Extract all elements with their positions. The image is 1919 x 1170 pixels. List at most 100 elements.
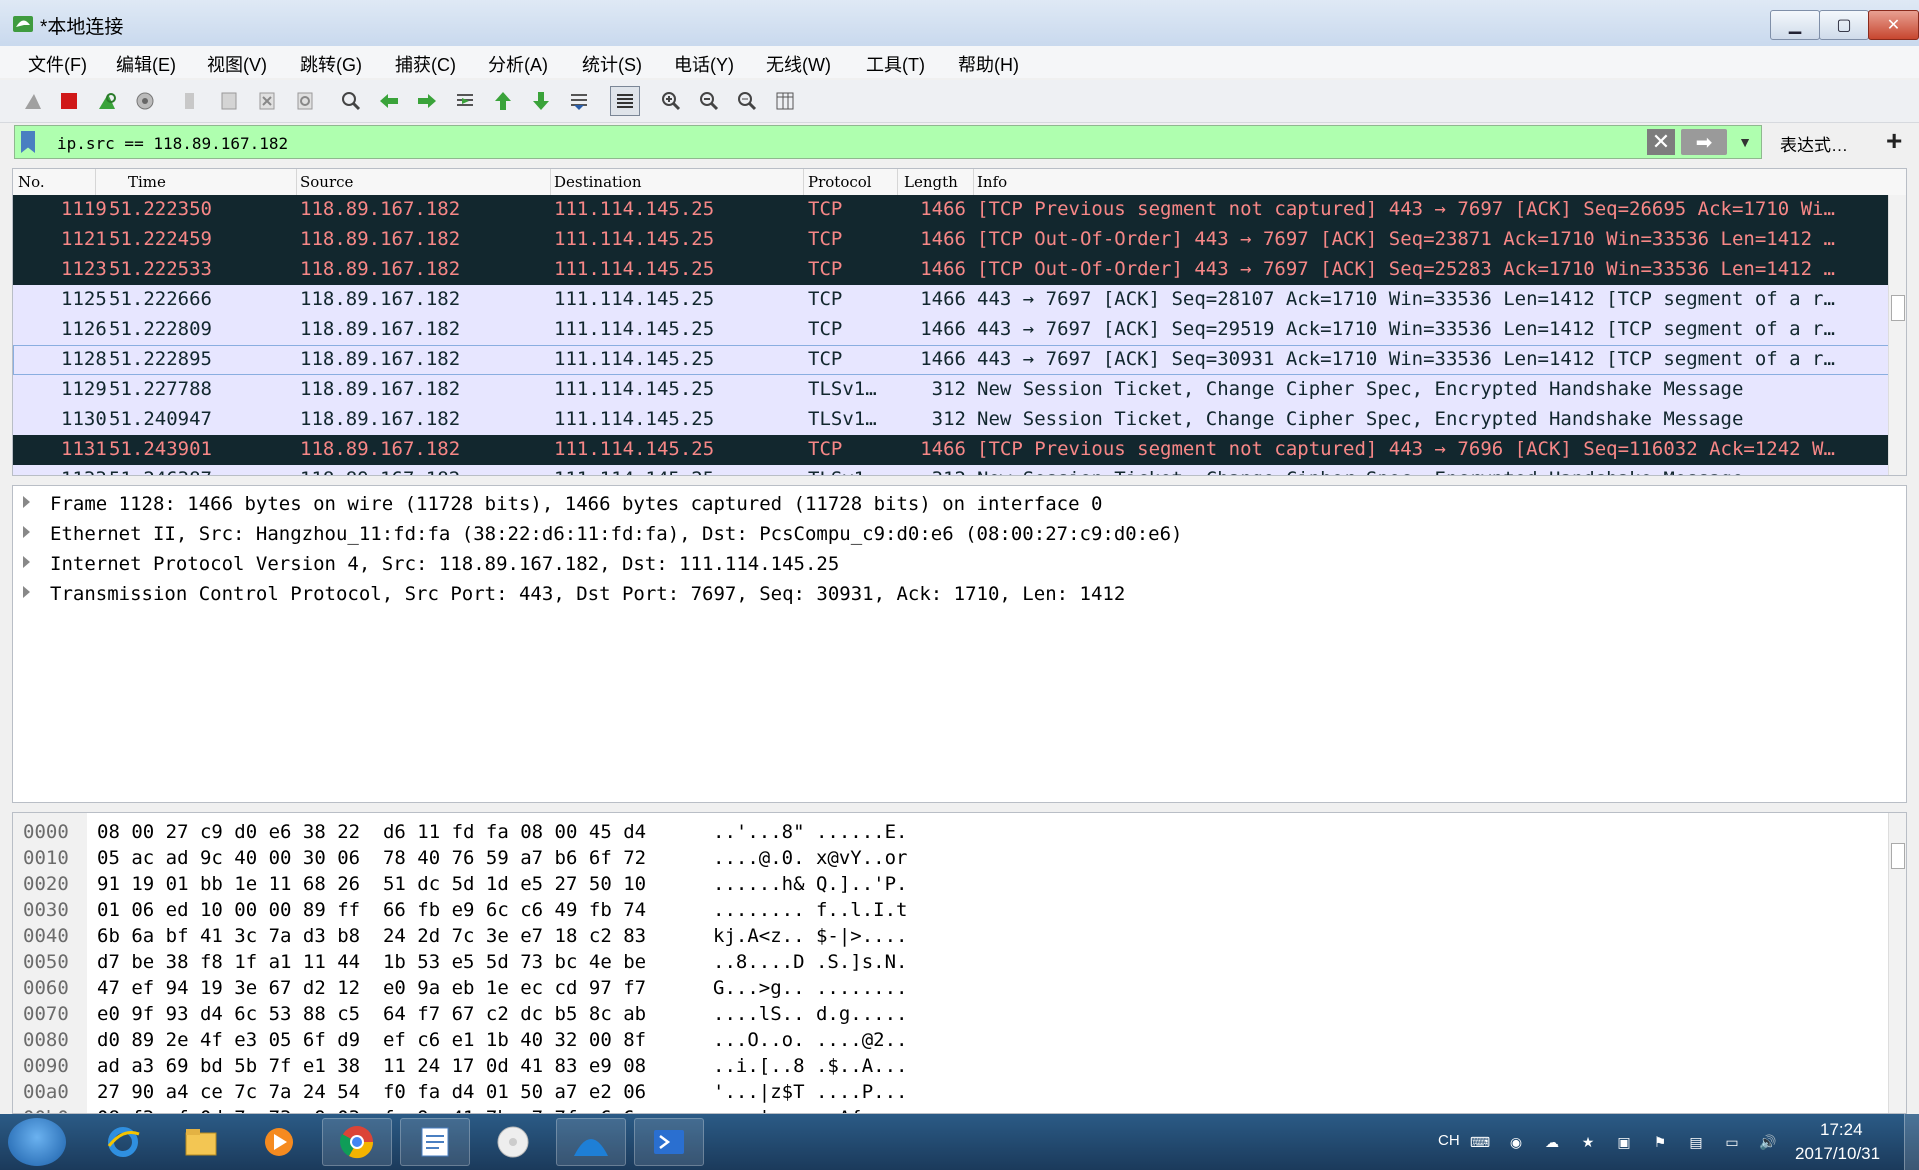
action-center-flag-icon[interactable]: ⚑ (1650, 1132, 1670, 1152)
start-button[interactable] (8, 1118, 66, 1166)
menu-wireless[interactable]: 无线(W) (766, 51, 831, 77)
col-header-info[interactable]: Info (977, 173, 1007, 191)
restart-capture-icon[interactable] (92, 86, 122, 116)
packet-list-scrollbar[interactable] (1888, 195, 1906, 475)
col-header-destination[interactable]: Destination (554, 173, 642, 191)
filter-history-dropdown-icon[interactable]: ▼ (1731, 129, 1759, 155)
hex-row[interactable]: 0090 ad a3 69 bd 5b 7f e1 38 11 24 17 0d … (13, 1053, 1893, 1079)
detail-row-tcp[interactable]: Transmission Control Protocol, Src Port:… (13, 580, 1903, 610)
ie-icon[interactable] (88, 1118, 158, 1166)
hex-row[interactable]: 0020 91 19 01 bb 1e 11 68 26 51 dc 5d 1d … (13, 871, 1893, 897)
hex-row[interactable]: 00b0 08 f3 af 0d 7c 73 e9 03 fa 9a 41 7b … (13, 1105, 1893, 1113)
menu-statistics[interactable]: 统计(S) (582, 51, 642, 77)
menu-capture[interactable]: 捕获(C) (395, 51, 456, 77)
expand-arrow-icon[interactable] (23, 586, 30, 598)
detail-row-ipv4[interactable]: Internet Protocol Version 4, Src: 118.89… (13, 550, 1903, 580)
packet-row[interactable]: 1131 51.243901 118.89.167.182 111.114.145.2… (13, 435, 1893, 465)
show-desktop-button[interactable] (1904, 1114, 1919, 1170)
packet-row[interactable]: 1126 51.222809 118.89.167.182 111.114.145.2… (13, 315, 1893, 345)
go-to-packet-icon[interactable] (450, 86, 480, 116)
add-filter-button[interactable]: + (1886, 125, 1902, 157)
menu-tools[interactable]: 工具(T) (866, 51, 925, 77)
bytes-pane-scrollbar[interactable] (1888, 813, 1906, 1113)
display-filter-input[interactable] (55, 130, 1359, 156)
clock-date[interactable]: 2017/10/31 (1795, 1144, 1880, 1164)
capture-options-icon[interactable] (130, 86, 160, 116)
expand-arrow-icon[interactable] (23, 526, 30, 538)
packet-row[interactable]: 1130 51.240947 118.89.167.182 111.114.145.2… (13, 405, 1893, 435)
zoom-normal-icon[interactable] (732, 86, 762, 116)
col-header-no[interactable]: No. (18, 173, 45, 191)
close-file-icon[interactable] (252, 86, 282, 116)
stop-capture-icon[interactable] (54, 86, 84, 116)
save-file-icon[interactable] (214, 86, 244, 116)
hex-row[interactable]: 0010 05 ac ad 9c 40 00 30 06 78 40 76 59 … (13, 845, 1893, 871)
cloud-upload-icon[interactable]: ☁ (1542, 1132, 1562, 1152)
media-player-icon[interactable] (244, 1118, 314, 1166)
zoom-in-icon[interactable] (656, 86, 686, 116)
device-icon[interactable]: ▤ (1686, 1132, 1706, 1152)
packet-row[interactable]: 1125 51.222666 118.89.167.182 111.114.145.2… (13, 285, 1893, 315)
menu-edit[interactable]: 编辑(E) (116, 51, 176, 77)
go-forward-icon[interactable] (412, 86, 442, 116)
zoom-out-icon[interactable] (694, 86, 724, 116)
packet-row[interactable]: 113351.246387 118.89.167.182 111.114.145.2… (13, 465, 1893, 475)
hex-row[interactable]: 0050 d7 be 38 f8 1f a1 11 44 1b 53 e5 5d … (13, 949, 1893, 975)
menu-analyze[interactable]: 分析(A) (488, 51, 548, 77)
hex-row[interactable]: 0070 e0 9f 93 d4 6c 53 88 c5 64 f7 67 c2 … (13, 1001, 1893, 1027)
col-header-length[interactable]: Length (904, 173, 958, 191)
hex-row[interactable]: 0000 08 00 27 c9 d0 e6 38 22 d6 11 fd fa … (13, 819, 1893, 845)
hex-row[interactable]: 0060 47 ef 94 19 3e 67 d2 12 e0 9a eb 1e … (13, 975, 1893, 1001)
hex-row[interactable]: 00a0 27 90 a4 ce 7c 7a 24 54 f0 fa d4 01 … (13, 1079, 1893, 1105)
resize-columns-icon[interactable] (770, 86, 800, 116)
first-packet-icon[interactable] (488, 86, 518, 116)
packet-row[interactable]: 1121 51.222459 118.89.167.182 111.114.145.2… (13, 225, 1893, 255)
explorer-icon[interactable] (166, 1118, 236, 1166)
menu-go[interactable]: 跳转(G) (300, 51, 362, 77)
reload-icon[interactable] (290, 86, 320, 116)
expand-arrow-icon[interactable] (23, 556, 30, 568)
menu-help[interactable]: 帮助(H) (958, 51, 1019, 77)
detail-row-frame[interactable]: Frame 1128: 1466 bytes on wire (11728 bi… (13, 490, 1903, 520)
wireshark-icon[interactable] (556, 1118, 626, 1166)
menu-view[interactable]: 视图(V) (207, 51, 267, 77)
packet-row[interactable]: 1119 51.222350 118.89.167.182 111.114.145.2… (13, 195, 1893, 225)
maximize-button[interactable]: ▢ (1819, 10, 1869, 40)
clear-filter-icon[interactable]: ✕ (1647, 129, 1675, 155)
find-packet-icon[interactable] (336, 86, 366, 116)
hex-row[interactable]: 0040 6b 6a bf 41 3c 7a d3 b8 24 2d 7c 3e … (13, 923, 1893, 949)
col-header-protocol[interactable]: Protocol (808, 173, 872, 191)
apply-filter-arrow-icon[interactable]: ➡ (1681, 129, 1727, 155)
col-header-time[interactable]: Time (128, 173, 166, 191)
keyboard-icon[interactable]: ⌨ (1470, 1132, 1490, 1152)
powershell-icon[interactable] (634, 1118, 704, 1166)
input-language[interactable]: CH (1438, 1132, 1460, 1149)
volume-icon[interactable]: 🔊 (1758, 1132, 1778, 1152)
open-file-icon[interactable] (176, 86, 206, 116)
packet-row[interactable]: 1123 51.222533 118.89.167.182 111.114.145.2… (13, 255, 1893, 285)
expression-button[interactable]: 表达式… (1780, 131, 1848, 156)
scrollbar-thumb[interactable] (1891, 843, 1905, 869)
network-globe-icon[interactable]: ◉ (1506, 1132, 1526, 1152)
text-editor-icon[interactable] (400, 1118, 470, 1166)
col-header-source[interactable]: Source (300, 173, 353, 191)
close-button[interactable]: ✕ (1868, 10, 1919, 40)
auto-scroll-icon[interactable] (564, 86, 594, 116)
packet-row[interactable]: 1128 51.222895 118.89.167.182 111.114.145.2… (13, 345, 1893, 375)
shark-fin-start-icon[interactable] (18, 86, 48, 116)
colorize-icon[interactable] (610, 86, 640, 116)
star-icon[interactable]: ★ (1578, 1132, 1598, 1152)
menu-file[interactable]: 文件(F) (28, 51, 87, 77)
disc-icon[interactable] (478, 1118, 548, 1166)
detail-row-ethernet[interactable]: Ethernet II, Src: Hangzhou_11:fd:fa (38:… (13, 520, 1903, 550)
last-packet-icon[interactable] (526, 86, 556, 116)
minimize-button[interactable]: ▁ (1770, 10, 1820, 40)
bookmark-icon[interactable] (21, 131, 35, 153)
hex-row[interactable]: 0080 d0 89 2e 4f e3 05 6f d9 ef c6 e1 1b … (13, 1027, 1893, 1053)
go-back-icon[interactable] (374, 86, 404, 116)
menu-telephony[interactable]: 电话(Y) (674, 51, 734, 77)
scrollbar-thumb[interactable] (1891, 295, 1905, 321)
chrome-icon[interactable] (322, 1118, 392, 1166)
hex-row[interactable]: 0030 01 06 ed 10 00 00 89 ff 66 fb e9 6c … (13, 897, 1893, 923)
clock-time[interactable]: 17:24 (1820, 1120, 1863, 1140)
